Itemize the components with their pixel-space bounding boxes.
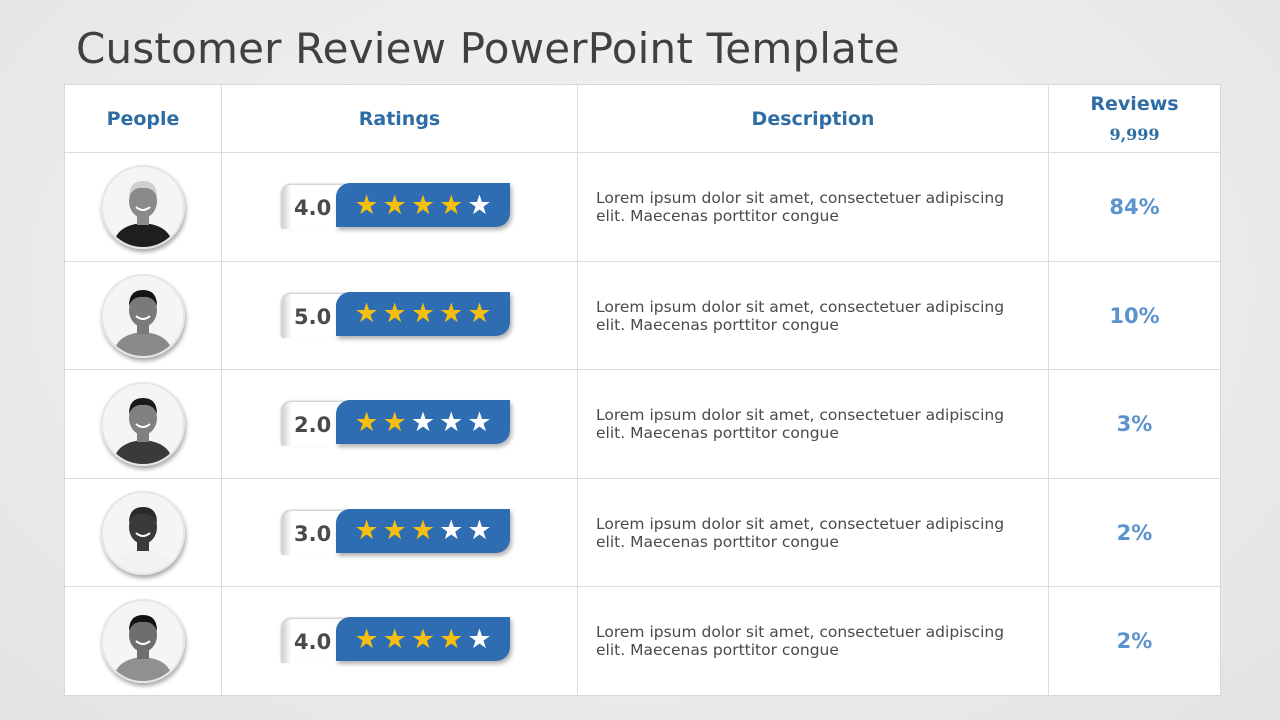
cell-rating: 2.0 ★ ★ ★ ★ ★ (222, 370, 578, 478)
star-filled-icon: ★ (382, 406, 407, 438)
header-description: Description (751, 107, 875, 130)
person-photo-icon (103, 492, 183, 573)
star-filled-icon: ★ (354, 623, 379, 655)
cell-person (65, 587, 222, 695)
table-row: 3.0 ★ ★ ★ ★ ★ Lorem ipsum dolor sit amet, co… (65, 479, 1220, 587)
cell-rating: 4.0 ★ ★ ★ ★ ★ (222, 153, 578, 261)
person-photo-icon (103, 275, 183, 356)
star-filled-icon: ★ (467, 298, 492, 329)
review-table: People Ratings Description Reviews 9,999 (64, 84, 1221, 696)
star-filled-icon: ★ (354, 406, 379, 438)
table-row: 4.0 ★ ★ ★ ★ ★ Lorem ipsum dolor sit amet, co… (65, 153, 1220, 262)
star-filled-icon: ★ (410, 189, 436, 221)
cell-rating: 3.0 ★ ★ ★ ★ ★ (222, 479, 578, 586)
description-text: Lorem ipsum dolor sit amet, consectetuer… (596, 623, 1005, 659)
avatar (101, 273, 185, 358)
star-empty-icon: ★ (467, 623, 492, 655)
person-photo-icon (103, 601, 183, 681)
cell-description: Lorem ipsum dolor sit amet, consectetuer… (578, 153, 1049, 261)
description-text: Lorem ipsum dolor sit amet, consectetuer… (596, 189, 1005, 225)
table-header-row: People Ratings Description Reviews 9,999 (65, 85, 1220, 153)
header-ratings: Ratings (358, 107, 441, 130)
cell-person (65, 479, 222, 586)
avatar (101, 490, 185, 575)
cell-reviews: 2% (1049, 479, 1220, 586)
star-filled-icon: ★ (439, 189, 464, 221)
cell-person (65, 370, 222, 478)
cell-person (65, 262, 222, 369)
description-text: Lorem ipsum dolor sit amet, consectetuer… (596, 297, 1005, 334)
cell-rating: 4.0 ★ ★ ★ ★ ★ (222, 587, 578, 695)
cell-rating: 5.0 ★ ★ ★ ★ ★ (222, 262, 578, 369)
star-rating: ★ ★ ★ ★ ★ (336, 183, 510, 227)
star-filled-icon: ★ (382, 189, 407, 221)
cell-person (65, 153, 222, 261)
cell-description: Lorem ipsum dolor sit amet, consectetuer… (578, 262, 1049, 369)
star-filled-icon: ★ (410, 298, 436, 329)
header-cell-description: Description (578, 85, 1049, 152)
description-text: Lorem ipsum dolor sit amet, consectetuer… (596, 514, 1005, 551)
rating-badge: 4.0 ★ ★ ★ ★ ★ (282, 183, 514, 229)
table-row: 2.0 ★ ★ ★ ★ ★ Lorem ipsum dolor sit amet, co… (65, 370, 1220, 479)
cell-reviews: 84% (1049, 153, 1220, 261)
star-empty-icon: ★ (439, 406, 464, 438)
review-percent: 2% (1116, 629, 1153, 653)
star-filled-icon: ★ (354, 189, 379, 221)
cell-description: Lorem ipsum dolor sit amet, consectetuer… (578, 370, 1049, 478)
star-filled-icon: ★ (354, 515, 379, 546)
star-empty-icon: ★ (467, 189, 492, 221)
avatar (101, 599, 185, 683)
cell-reviews: 10% (1049, 262, 1220, 369)
avatar (101, 165, 185, 249)
star-rating: ★ ★ ★ ★ ★ (336, 291, 510, 336)
header-cell-reviews: Reviews 9,999 (1049, 85, 1220, 152)
star-filled-icon: ★ (354, 298, 379, 329)
header-cell-ratings: Ratings (222, 85, 578, 152)
cell-description: Lorem ipsum dolor sit amet, consectetuer… (578, 479, 1049, 586)
review-percent: 3% (1116, 412, 1153, 436)
star-rating: ★ ★ ★ ★ ★ (336, 400, 510, 444)
description-text: Lorem ipsum dolor sit amet, consectetuer… (596, 406, 1005, 442)
avatar (101, 382, 185, 466)
rating-badge: 3.0 ★ ★ ★ ★ ★ (282, 508, 514, 555)
star-filled-icon: ★ (439, 298, 464, 329)
rating-badge: 4.0 ★ ★ ★ ★ ★ (282, 617, 514, 663)
star-filled-icon: ★ (382, 623, 407, 655)
review-percent: 10% (1109, 303, 1160, 328)
header-people: People (106, 107, 180, 130)
star-empty-icon: ★ (467, 515, 492, 546)
star-empty-icon: ★ (410, 406, 436, 438)
star-filled-icon: ★ (410, 623, 436, 655)
star-empty-icon: ★ (439, 515, 464, 546)
star-filled-icon: ★ (439, 623, 464, 655)
table-row: 4.0 ★ ★ ★ ★ ★ Lorem ipsum dolor sit amet, co… (65, 587, 1220, 695)
table-row: 5.0 ★ ★ ★ ★ ★ Lorem ipsum dolor sit amet, co… (65, 262, 1220, 370)
cell-description: Lorem ipsum dolor sit amet, consectetuer… (578, 587, 1049, 695)
review-percent: 2% (1116, 520, 1153, 545)
star-filled-icon: ★ (382, 298, 407, 329)
page-title: Customer Review PowerPoint Template (76, 24, 900, 73)
star-rating: ★ ★ ★ ★ ★ (336, 617, 510, 661)
star-filled-icon: ★ (410, 515, 436, 546)
person-photo-icon (103, 384, 183, 464)
review-percent: 84% (1109, 195, 1160, 219)
cell-reviews: 2% (1049, 587, 1220, 695)
person-photo-icon (103, 167, 183, 247)
header-cell-people: People (65, 85, 222, 152)
star-rating: ★ ★ ★ ★ ★ (336, 508, 510, 553)
header-reviews: Reviews (1090, 93, 1179, 115)
star-filled-icon: ★ (382, 515, 407, 546)
reviews-count: 9,999 (1109, 125, 1160, 144)
cell-reviews: 3% (1049, 370, 1220, 478)
rating-badge: 2.0 ★ ★ ★ ★ ★ (282, 400, 514, 446)
rating-badge: 5.0 ★ ★ ★ ★ ★ (282, 291, 514, 338)
star-empty-icon: ★ (467, 406, 492, 438)
